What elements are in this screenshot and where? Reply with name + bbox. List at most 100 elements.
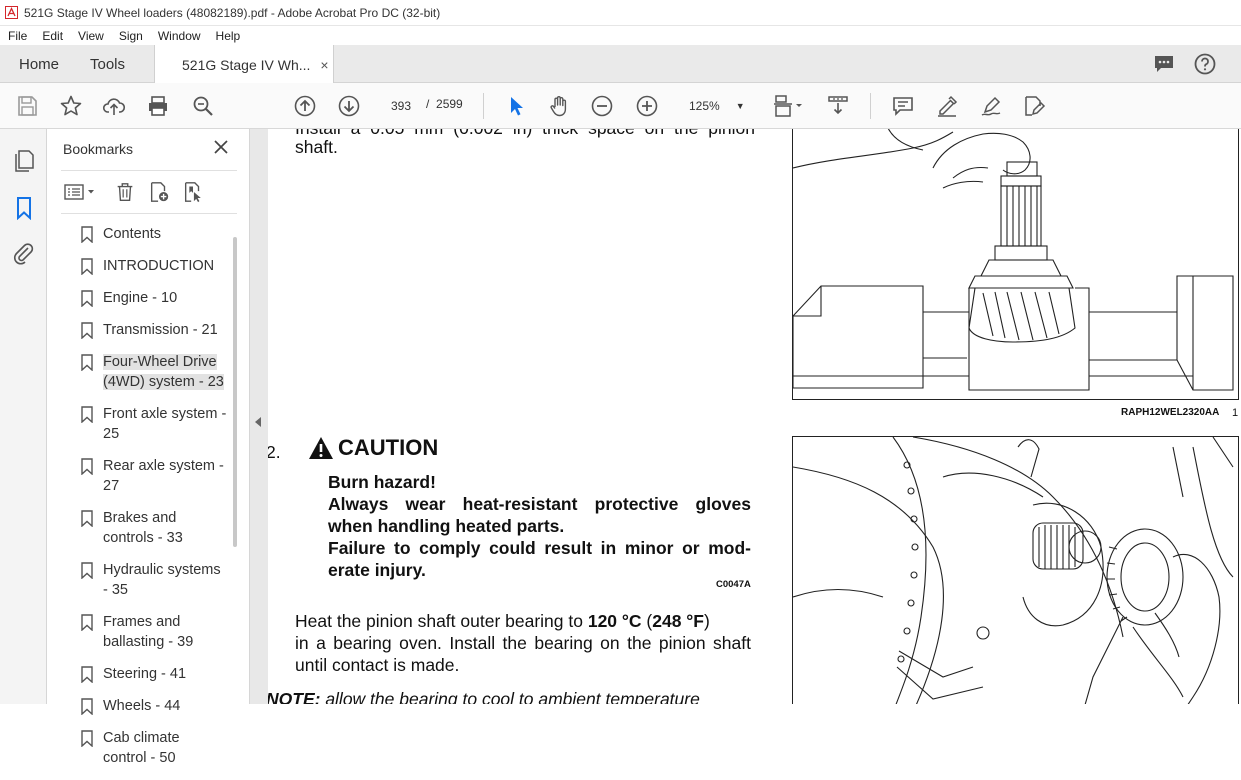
window-titlebar: 521G Stage IV Wheel loaders (48082189).p… <box>0 0 1241 26</box>
previous-page-icon[interactable] <box>291 92 319 120</box>
hand-pan-icon[interactable] <box>545 92 573 120</box>
menu-bar: File Edit View Sign Window Help <box>0 26 1241 45</box>
bookmarks-panel-icon[interactable] <box>12 196 36 221</box>
bookmark-flag-icon <box>81 666 93 683</box>
main-toolbar: 393 / 2599 125% ▼ <box>0 83 1241 129</box>
bookmark-item[interactable]: Frames and ballasting - 39 <box>75 612 227 652</box>
comment-icon[interactable] <box>889 92 917 120</box>
document-page[interactable]: Install a 0.05 mm (0.002 in) thick space… <box>268 129 1241 704</box>
attachments-paperclip-icon[interactable] <box>12 242 36 266</box>
page-display-icon[interactable] <box>770 92 806 120</box>
acrobat-app-icon <box>4 6 18 20</box>
tabs-bar: Home Tools 521G Stage IV Wh... × <box>0 45 1241 84</box>
caution-line-3: when handling heated parts. <box>328 516 565 536</box>
bookmark-item[interactable]: Hydraulic systems - 35 <box>75 560 227 600</box>
tab-tools[interactable]: Tools <box>90 45 125 83</box>
bookmark-flag-icon <box>81 322 93 339</box>
zoom-search-icon[interactable] <box>189 92 217 120</box>
print-icon[interactable] <box>144 92 172 120</box>
page-number-input[interactable]: 393 <box>382 94 420 118</box>
new-bookmark-icon[interactable] <box>146 179 172 205</box>
heat-text: Heat the pinion shaft outer bearing to <box>295 611 588 631</box>
heat-temp-celsius: 120 °C <box>587 611 642 631</box>
next-page-icon[interactable] <box>335 92 363 120</box>
bookmark-label: Cab climate control - 50 <box>103 730 180 766</box>
menu-view[interactable]: View <box>70 29 111 43</box>
menu-window[interactable]: Window <box>150 29 208 43</box>
bookmark-item[interactable]: Transmission - 21 <box>75 320 227 340</box>
bookmark-item[interactable]: Engine - 10 <box>75 288 227 308</box>
menu-file[interactable]: File <box>0 29 34 43</box>
bookmark-item[interactable]: Cab climate control - 50 <box>75 728 227 768</box>
bookmark-label: Brakes and controls - 33 <box>103 510 183 546</box>
bookmark-flag-icon <box>81 406 93 423</box>
star-icon[interactable] <box>57 92 85 120</box>
bookmark-item[interactable]: Contents <box>75 224 227 244</box>
bookmark-flag-icon <box>81 698 93 715</box>
close-icon[interactable] <box>211 137 231 157</box>
menu-help[interactable]: Help <box>208 29 248 43</box>
scroll-mode-icon[interactable] <box>824 92 852 120</box>
caution-code: C0047A <box>716 579 751 590</box>
heat-line-1: Heat the pinion shaft outer bearing to 1… <box>295 610 751 632</box>
tab-document-label: 521G Stage IV Wh... <box>182 56 311 73</box>
select-cursor-icon[interactable] <box>502 92 530 120</box>
page-thumbnails-icon[interactable] <box>12 149 36 173</box>
caution-line-4: Failure to comply could result in minor … <box>328 538 751 558</box>
pinion-shaft-illustration <box>793 129 1234 391</box>
heat-temp-fahrenheit: 248 °F <box>652 611 704 631</box>
bookmark-options-icon[interactable] <box>61 179 99 205</box>
bookmarks-scrollbar[interactable] <box>233 237 237 547</box>
tab-document[interactable]: 521G Stage IV Wh... × <box>154 45 334 84</box>
step2-number: 2. <box>268 442 281 462</box>
bookmark-item[interactable]: Rear axle system - 27 <box>75 456 227 496</box>
bookmark-item[interactable]: Four-Wheel Drive (4WD) system - 23 <box>75 352 227 392</box>
step1-text-line1: Install a 0.05 mm (0.002 in) thick space… <box>295 129 755 139</box>
tab-close-icon[interactable]: × <box>320 57 328 73</box>
delete-trash-icon[interactable] <box>112 179 138 205</box>
bookmark-label: Steering - 41 <box>103 666 187 682</box>
bookmark-item[interactable]: Wheels - 44 <box>75 696 227 716</box>
heat-text: ( <box>641 611 653 631</box>
menu-sign[interactable]: Sign <box>111 29 150 43</box>
heat-text: ) <box>704 611 710 631</box>
zoom-out-icon[interactable] <box>588 92 616 120</box>
tab-home[interactable]: Home <box>19 45 59 83</box>
panel-collapse-handle[interactable] <box>250 129 268 704</box>
toolbar-divider <box>870 93 871 119</box>
edit-pdf-icon[interactable] <box>1020 92 1048 120</box>
zoom-in-icon[interactable] <box>633 92 661 120</box>
bookmark-label: INTRODUCTION <box>103 258 215 274</box>
bookmark-from-selection-icon[interactable] <box>180 179 206 205</box>
chevron-left-icon <box>255 417 261 427</box>
bookmark-label: Rear axle system - 27 <box>103 458 224 494</box>
bookmark-item[interactable]: Front axle system - 25 <box>75 404 227 444</box>
bearing-install-illustration <box>793 437 1234 704</box>
comment-bubble-icon[interactable] <box>1152 52 1176 76</box>
zoom-level-select[interactable]: 125% ▼ <box>683 94 749 118</box>
divider <box>61 170 237 171</box>
help-icon[interactable] <box>1193 52 1217 76</box>
bookmark-flag-icon <box>81 226 93 243</box>
bookmark-item[interactable]: Steering - 41 <box>75 664 227 684</box>
caution-line-1: Burn hazard! <box>328 472 436 492</box>
bookmark-flag-icon <box>81 730 93 747</box>
upload-cloud-icon[interactable] <box>100 92 128 120</box>
zoom-level-value: 125% <box>689 99 720 113</box>
bookmark-label: Engine - 10 <box>103 290 178 306</box>
step1-text-line2: shaft. <box>295 137 338 157</box>
caution-title: CAUTION <box>338 435 439 460</box>
sign-pen-icon[interactable] <box>977 92 1005 120</box>
page-total: / 2599 <box>426 97 463 111</box>
highlight-pen-icon[interactable] <box>933 92 961 120</box>
bookmarks-toolbar <box>61 179 237 205</box>
save-icon[interactable] <box>13 92 41 120</box>
window-title: 521G Stage IV Wheel loaders (48082189).p… <box>24 5 441 20</box>
bookmark-item[interactable]: INTRODUCTION <box>75 256 227 276</box>
bookmark-label: Front axle system - 25 <box>103 406 227 442</box>
bookmark-item[interactable]: Brakes and controls - 33 <box>75 508 227 548</box>
menu-edit[interactable]: Edit <box>34 29 70 43</box>
figure1-number: 1 <box>1232 407 1239 419</box>
figure1-code: RAPH12WEL2320AA <box>1121 407 1220 418</box>
left-navigation-rail <box>0 129 47 704</box>
